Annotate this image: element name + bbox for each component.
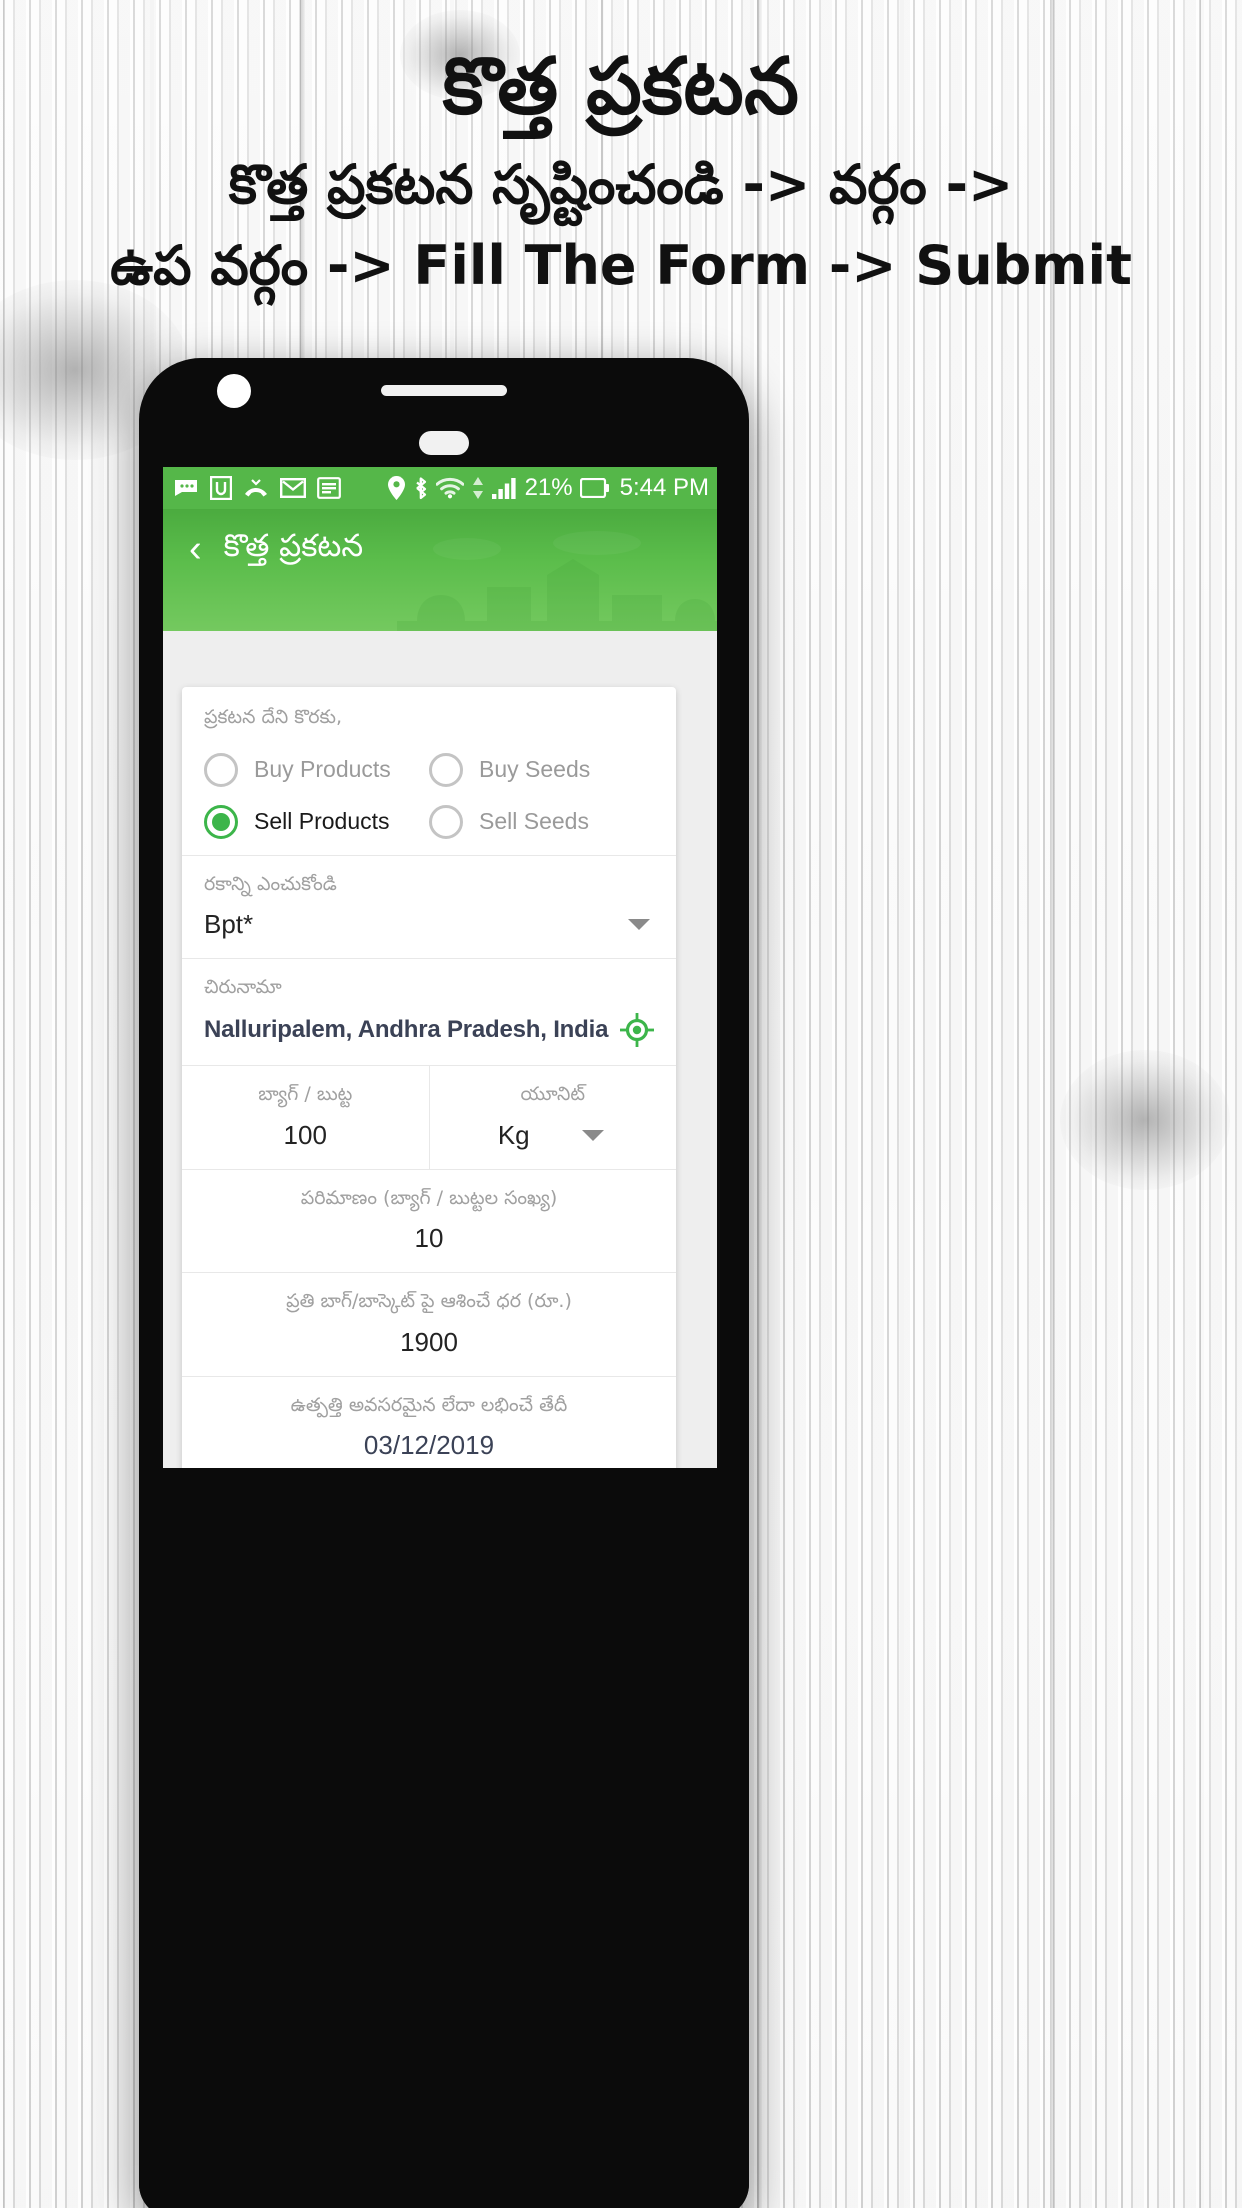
signal-icon: [491, 478, 516, 499]
wood-knot: [1060, 1050, 1230, 1190]
unit-field[interactable]: యూనిట్ Kg: [430, 1066, 677, 1169]
app-bar: ‹ కొత్త ప్రకటన: [163, 509, 717, 631]
gmail-icon: [280, 478, 306, 498]
crosshair-location-icon[interactable]: [620, 1012, 654, 1047]
purpose-label: ప్రకటన దేని కొరకు,: [204, 706, 342, 728]
price-label: ప్రతి బాగ్/బాస్కెట్ పై ఆశించే ధర (రూ.): [286, 1290, 572, 1313]
status-bar-clock: 5:44 PM: [619, 474, 709, 501]
bag-unit-row: బ్యాగ్ / బుట్ట 100 యూనిట్ Kg: [182, 1065, 677, 1170]
radio-circle-selected-icon: [204, 804, 238, 839]
data-transfer-icon: [472, 477, 483, 499]
earpiece-speaker: [381, 385, 507, 396]
poster-subtitle-line-1: కొత్త ప్రకటన సృష్టించండి -> వర్గం ->: [228, 153, 1014, 217]
address-value-row: Nalluripalem, Andhra Pradesh, India: [204, 1012, 654, 1047]
status-bar-left-icons: [173, 476, 341, 500]
address-value: Nalluripalem, Andhra Pradesh, India: [204, 1015, 609, 1043]
home-button: [419, 431, 469, 455]
date-label: ఉత్పత్తి అవసరమైన లేదా లభించే తేదీ: [290, 1393, 568, 1416]
radio-sell-products[interactable]: Sell Products: [204, 799, 429, 845]
wood-plank-seam: [757, 0, 762, 2208]
date-value: 03/12/2019: [363, 1430, 495, 1461]
radio-buy-seeds[interactable]: Buy Seeds: [429, 747, 654, 793]
location-icon: [387, 476, 405, 500]
radio-circle-icon: [429, 752, 463, 787]
radio-label: Buy Seeds: [479, 756, 591, 783]
poster-title: కొత్త ప్రకటన: [442, 42, 800, 132]
radio-circle-icon: [429, 804, 463, 839]
variety-select[interactable]: Bpt*: [204, 909, 654, 940]
purpose-field: ప్రకటన దేని కొరకు, Buy Products Buy Seed…: [182, 687, 676, 856]
wifi-icon: [435, 477, 464, 499]
u-app-icon: [210, 476, 232, 500]
quantity-value: 10: [414, 1223, 444, 1254]
radio-buy-products[interactable]: Buy Products: [204, 747, 429, 793]
radio-label: Buy Products: [254, 756, 391, 783]
wood-plank-seam: [1050, 0, 1055, 2208]
phone-screen: 21% 5:44 PM ‹ కొత్త ప్రకటన ప్రకటన దేని క…: [163, 467, 717, 1468]
app-bar-row: ‹ కొత్త ప్రకటన: [163, 509, 717, 589]
poster-subtitle-line-2: ఉప వర్గం -> Fill The Form -> Submit: [110, 234, 1132, 298]
quantity-label: పరిమాణం (బ్యాగ్ / బుట్టల సంఖ్య): [300, 1186, 558, 1209]
bag-label: బ్యాగ్ / బుట్ట: [258, 1082, 353, 1105]
purpose-radio-group: Buy Products Buy Seeds Sell Products Sel…: [204, 747, 654, 845]
battery-icon: [579, 478, 609, 498]
price-value: 1900: [400, 1326, 458, 1357]
address-field[interactable]: చిరునామా Nalluripalem, Andhra Pradesh, I…: [182, 959, 676, 1066]
radio-sell-seeds[interactable]: Sell Seeds: [429, 799, 654, 845]
variety-label: రకాన్ని ఎంచుకోండి: [204, 872, 337, 895]
price-field[interactable]: ప్రతి బాగ్/బాస్కెట్ పై ఆశించే ధర (రూ.) 1…: [182, 1273, 676, 1377]
poster-headline: కొత్త ప్రకటన కొత్త ప్రకటన సృష్టించండి ->…: [0, 0, 1242, 305]
document-icon: [317, 477, 341, 499]
variety-value: Bpt*: [204, 909, 254, 940]
unit-label: యూనిట్: [520, 1082, 586, 1105]
quantity-field[interactable]: పరిమాణం (బ్యాగ్ / బుట్టల సంఖ్య) 10: [182, 1170, 676, 1274]
bluetooth-icon: [415, 476, 426, 499]
date-field[interactable]: ఉత్పత్తి అవసరమైన లేదా లభించే తేదీ 03/12/…: [182, 1377, 676, 1468]
status-bar: 21% 5:44 PM: [163, 467, 717, 509]
address-label: చిరునామా: [204, 976, 282, 999]
form-card: ప్రకటన దేని కొరకు, Buy Products Buy Seed…: [182, 687, 676, 1468]
chevron-left-icon[interactable]: ‹: [183, 526, 208, 572]
unit-select[interactable]: Kg: [448, 1120, 659, 1151]
chevron-down-icon[interactable]: [628, 919, 650, 931]
radio-label: Sell Seeds: [479, 808, 589, 835]
missed-call-icon: [245, 479, 267, 497]
chevron-down-icon[interactable]: [581, 1129, 604, 1141]
bag-field[interactable]: బ్యాగ్ / బుట్ట 100: [182, 1065, 430, 1169]
battery-percent-label: 21%: [524, 474, 573, 501]
unit-value: Kg: [497, 1119, 530, 1150]
bag-value: 100: [283, 1119, 327, 1150]
radio-label: Sell Products: [254, 808, 390, 835]
status-bar-right-icons: 21% 5:44 PM: [387, 474, 709, 502]
phone-mockup: 21% 5:44 PM ‹ కొత్త ప్రకటన ప్రకటన దేని క…: [139, 358, 749, 2208]
sms-icon: [175, 480, 197, 496]
phone-bottom-bezel: [139, 1468, 749, 2208]
app-bar-title: కొత్త ప్రకటన: [223, 527, 364, 564]
front-camera-icon: [217, 374, 251, 408]
variety-field[interactable]: రకాన్ని ఎంచుకోండి Bpt*: [182, 856, 676, 960]
radio-circle-icon: [204, 752, 238, 787]
